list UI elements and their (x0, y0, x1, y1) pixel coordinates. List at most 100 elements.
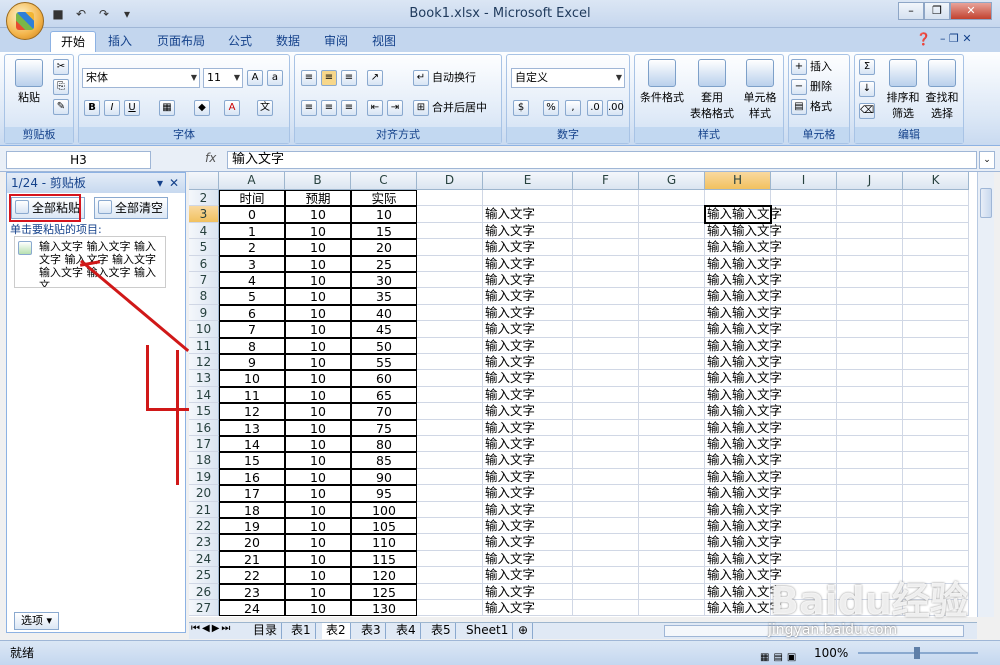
empty-cell[interactable] (837, 436, 903, 453)
tab-home[interactable]: 开始 (50, 31, 97, 52)
close-icon[interactable]: ✕ (169, 173, 179, 193)
text-cell[interactable]: 输入文字 (483, 485, 573, 502)
sheet-tab[interactable]: 表3 (357, 623, 386, 639)
table-cell[interactable]: 10 (285, 485, 351, 502)
empty-cell[interactable] (903, 206, 969, 223)
empty-cell[interactable] (837, 190, 903, 207)
table-cell[interactable]: 11 (219, 386, 285, 404)
border-icon[interactable]: ▦ (159, 100, 175, 116)
table-cell[interactable]: 20 (351, 239, 417, 256)
empty-cell[interactable] (573, 518, 639, 535)
empty-cell[interactable] (573, 567, 639, 584)
grow-font-icon[interactable]: A (247, 70, 263, 86)
table-cell[interactable]: 10 (285, 518, 351, 535)
format-painter-icon[interactable]: ✎ (53, 99, 69, 115)
formula-input[interactable]: 输入文字 (227, 151, 977, 169)
empty-cell[interactable] (903, 534, 969, 551)
row-header[interactable]: 6 (189, 255, 219, 272)
table-cell[interactable]: 10 (285, 501, 351, 518)
empty-cell[interactable] (903, 501, 969, 518)
empty-cell[interactable] (573, 321, 639, 338)
row-header[interactable]: 8 (189, 288, 219, 305)
empty-cell[interactable] (837, 518, 903, 535)
table-cell[interactable]: 65 (351, 386, 417, 404)
empty-cell[interactable] (639, 386, 705, 404)
tab-page-layout[interactable]: 页面布局 (147, 31, 215, 52)
column-header-k[interactable]: K (903, 172, 969, 190)
table-cell[interactable]: 10 (285, 337, 351, 354)
empty-cell[interactable] (573, 600, 639, 617)
conditional-format-button[interactable]: 条件格式 (637, 59, 687, 105)
empty-cell[interactable] (903, 436, 969, 453)
table-cell[interactable]: 17 (219, 485, 285, 502)
underline-icon[interactable]: U (124, 100, 140, 116)
copy-icon[interactable]: ⎘ (53, 79, 69, 95)
table-cell[interactable]: 预期 (285, 190, 351, 207)
text-cell[interactable]: 输入文字 (483, 436, 573, 453)
insert-sheet-icon[interactable]: ⊕ (514, 623, 534, 639)
text-cell[interactable]: 输入输入文字 (705, 337, 782, 354)
empty-cell[interactable] (639, 354, 705, 371)
empty-cell[interactable] (639, 403, 705, 420)
table-cell[interactable]: 10 (285, 567, 351, 584)
row-header[interactable]: 24 (189, 550, 219, 568)
empty-cell[interactable] (573, 190, 639, 207)
text-cell[interactable]: 输入输入文字 (705, 567, 782, 584)
column-header-e[interactable]: E (483, 172, 573, 190)
empty-cell[interactable] (771, 468, 837, 486)
table-cell[interactable]: 110 (351, 534, 417, 551)
empty-cell[interactable] (903, 370, 969, 387)
table-cell[interactable]: 10 (285, 600, 351, 617)
table-cell[interactable]: 10 (285, 239, 351, 256)
text-cell[interactable]: 输入文字 (483, 354, 573, 371)
sheet-tab-active[interactable]: 表2 (322, 623, 351, 639)
text-cell[interactable]: 输入输入文字 (705, 354, 782, 371)
text-cell[interactable]: 输入输入文字 (705, 550, 782, 568)
row-header[interactable]: 14 (189, 386, 219, 404)
empty-cell[interactable] (771, 239, 837, 256)
empty-cell[interactable] (573, 403, 639, 420)
text-cell[interactable]: 输入输入文字 (705, 534, 782, 551)
text-cell[interactable]: 输入输入文字 (705, 452, 782, 469)
table-cell[interactable]: 8 (219, 337, 285, 354)
empty-cell[interactable] (417, 419, 483, 436)
table-cell[interactable]: 10 (219, 370, 285, 387)
empty-cell[interactable] (771, 419, 837, 436)
text-cell[interactable]: 输入文字 (483, 304, 573, 322)
table-cell[interactable]: 105 (351, 518, 417, 535)
text-cell[interactable]: 输入文字 (483, 255, 573, 272)
table-cell[interactable]: 10 (285, 272, 351, 289)
insert-cells-button[interactable]: + 插入 (791, 57, 832, 77)
empty-cell[interactable] (417, 518, 483, 535)
empty-cell[interactable] (417, 239, 483, 256)
text-cell[interactable]: 输入文字 (483, 321, 573, 338)
increase-indent-icon[interactable]: ⇥ (387, 100, 403, 116)
table-cell[interactable]: 10 (285, 255, 351, 272)
empty-cell[interactable] (417, 272, 483, 289)
empty-cell[interactable] (639, 370, 705, 387)
text-cell[interactable]: 输入输入文字 (705, 239, 782, 256)
tab-view[interactable]: 视图 (362, 31, 406, 52)
row-header[interactable]: 9 (189, 304, 219, 322)
text-cell[interactable]: 输入文字 (483, 452, 573, 469)
text-cell[interactable]: 输入输入文字 (705, 436, 782, 453)
empty-cell[interactable] (573, 272, 639, 289)
expand-formula-icon[interactable]: ⌄ (979, 151, 995, 169)
empty-cell[interactable] (639, 239, 705, 256)
empty-cell[interactable] (837, 370, 903, 387)
text-cell[interactable]: 输入文字 (483, 468, 573, 486)
empty-cell[interactable] (903, 190, 969, 207)
empty-cell[interactable] (573, 337, 639, 354)
table-cell[interactable]: 10 (285, 419, 351, 436)
table-cell[interactable]: 10 (285, 288, 351, 305)
table-cell[interactable]: 实际 (351, 190, 417, 207)
sheet-tab[interactable]: 表4 (392, 623, 421, 639)
empty-cell[interactable] (573, 288, 639, 305)
options-button[interactable]: 选项 ▾ (14, 612, 60, 630)
empty-cell[interactable] (639, 485, 705, 502)
empty-cell[interactable] (417, 354, 483, 371)
sheet-tab[interactable]: 目录 (249, 623, 283, 639)
empty-cell[interactable] (837, 534, 903, 551)
table-cell[interactable]: 95 (351, 485, 417, 502)
table-cell[interactable]: 10 (285, 386, 351, 404)
